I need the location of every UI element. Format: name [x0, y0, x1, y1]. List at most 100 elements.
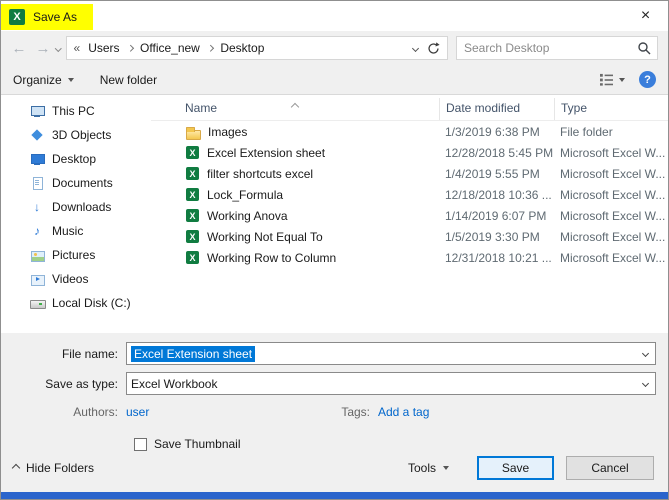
folder-icon: [185, 124, 201, 140]
breadcrumb-item[interactable]: Office_new: [140, 41, 200, 55]
close-icon: ×: [640, 7, 651, 24]
downloads-icon: [29, 199, 45, 215]
file-row[interactable]: Working Anova 1/14/2019 6:07 PM Microsof…: [151, 205, 668, 226]
file-date-modified: 1/3/2019 6:38 PM: [445, 124, 540, 139]
sidebar-item[interactable]: Music: [1, 219, 151, 243]
pictures-icon: [29, 247, 45, 263]
search-icon[interactable]: [635, 41, 657, 55]
address-bar[interactable]: « Users Office_new Desktop: [65, 36, 448, 60]
file-type: Microsoft Excel W...: [560, 187, 666, 202]
excel-file-icon: [185, 187, 200, 202]
sidebar-item-label: This PC: [52, 104, 95, 118]
file-date-modified: 12/31/2018 10:21 ...: [445, 250, 552, 265]
chevron-down-icon: [443, 466, 449, 470]
sidebar-item[interactable]: 3D Objects: [1, 123, 151, 147]
address-dropdown-icon[interactable]: [411, 44, 420, 52]
file-row[interactable]: Images 1/3/2019 6:38 PM File folder: [151, 121, 668, 142]
forward-icon[interactable]: →: [31, 36, 55, 60]
file-name: Working Anova: [207, 208, 288, 223]
help-icon[interactable]: ?: [639, 71, 656, 88]
documents-icon: [29, 175, 45, 191]
breadcrumb-items: Users Office_new Desktop: [88, 41, 264, 55]
search-box: [456, 36, 658, 60]
file-date-modified: 12/18/2018 10:36 ...: [445, 187, 552, 202]
navigation-bar: ← → « Users Office_new Desktop: [1, 31, 668, 65]
file-name-label: File name:: [61, 346, 118, 361]
file-name: filter shortcuts excel: [207, 166, 314, 181]
save-as-type-value: Excel Workbook: [131, 376, 218, 391]
file-name: Images: [208, 124, 248, 139]
close-button[interactable]: ×: [623, 1, 668, 31]
sidebar-item-label: Downloads: [52, 200, 112, 214]
sidebar-item-label: Desktop: [52, 152, 97, 166]
file-type: Microsoft Excel W...: [560, 208, 666, 223]
tools-button[interactable]: Tools: [408, 461, 449, 475]
search-input[interactable]: [457, 41, 635, 55]
file-type: Microsoft Excel W...: [560, 250, 666, 265]
refresh-icon[interactable]: [427, 41, 440, 55]
file-name: Working Row to Column: [207, 250, 337, 265]
breadcrumb-separator-icon: [126, 44, 133, 52]
organize-label: Organize: [13, 72, 62, 87]
breadcrumb-overflow[interactable]: «: [74, 41, 81, 55]
breadcrumb-item[interactable]: Users: [88, 41, 119, 55]
file-list-rows: Images 1/3/2019 6:38 PM File folder Exce…: [151, 121, 668, 268]
main-area: This PC 3D Objects Desktop Documents Dow…: [1, 95, 668, 333]
file-row[interactable]: Excel Extension sheet 12/28/2018 5:45 PM…: [151, 142, 668, 163]
file-name: Excel Extension sheet: [207, 145, 326, 160]
cancel-button[interactable]: Cancel: [566, 456, 654, 480]
back-icon[interactable]: ←: [7, 36, 31, 60]
excel-file-icon: [185, 229, 200, 244]
sidebar-item[interactable]: Downloads: [1, 195, 151, 219]
excel-app-icon: [8, 8, 26, 26]
column-header-date-modified[interactable]: Date modified: [439, 98, 554, 120]
new-folder-button[interactable]: New folder: [100, 73, 157, 87]
file-name-input[interactable]: Excel Extension sheet: [126, 342, 656, 365]
authors-value[interactable]: user: [126, 405, 149, 419]
title-highlight: Save As: [1, 4, 94, 30]
chevron-up-icon: [11, 463, 21, 473]
file-row[interactable]: Lock_Formula 12/18/2018 10:36 ... Micros…: [151, 184, 668, 205]
save-as-dialog: Save As × ← → « Users Office_new Desktop: [0, 0, 669, 500]
save-button[interactable]: Save: [477, 456, 554, 480]
hide-folders-button[interactable]: Hide Folders: [11, 461, 95, 475]
sidebar-item-label: 3D Objects: [52, 128, 112, 142]
excel-file-icon: [185, 250, 200, 265]
sidebar-item[interactable]: Pictures: [1, 243, 151, 267]
sidebar-item[interactable]: Documents: [1, 171, 151, 195]
save-thumbnail-checkbox[interactable]: [134, 437, 147, 451]
chevron-down-icon: [67, 77, 74, 82]
change-view-button[interactable]: [599, 73, 625, 86]
sidebar-item[interactable]: Videos: [1, 267, 151, 291]
taskbar-strip: [1, 492, 668, 499]
file-type: Microsoft Excel W...: [560, 229, 666, 244]
sidebar-item-label: Pictures: [52, 248, 96, 262]
organize-button[interactable]: Organize: [13, 73, 74, 87]
history-chevron-icon[interactable]: [55, 44, 62, 52]
file-row[interactable]: filter shortcuts excel 1/4/2019 5:55 PM …: [151, 163, 668, 184]
authors-label: Authors:: [73, 405, 118, 419]
file-row[interactable]: Working Row to Column 12/31/2018 10:21 .…: [151, 247, 668, 268]
chevron-down-icon[interactable]: [635, 343, 655, 364]
sidebar-item[interactable]: This PC: [1, 99, 151, 123]
column-header-name[interactable]: Name: [151, 101, 439, 120]
sidebar-item[interactable]: Local Disk (C:): [1, 291, 151, 315]
add-a-tag-link[interactable]: Add a tag: [378, 405, 429, 419]
tools-label: Tools: [407, 461, 436, 475]
breadcrumb-item[interactable]: Desktop: [220, 41, 264, 55]
disk-icon: [29, 295, 46, 311]
cube-icon: [29, 127, 45, 143]
save-as-type-label: Save as type:: [45, 376, 118, 391]
bottom-bar: Hide Folders Tools Save Cancel: [1, 452, 668, 492]
file-date-modified: 1/4/2019 5:55 PM: [445, 166, 540, 181]
sidebar-item[interactable]: Desktop: [1, 147, 151, 171]
column-header-type[interactable]: Type: [554, 98, 668, 120]
file-name-value: Excel Extension sheet: [131, 345, 256, 362]
new-folder-label: New folder: [99, 72, 158, 87]
file-row[interactable]: Working Not Equal To 1/5/2019 3:30 PM Mi…: [151, 226, 668, 247]
tags-label: Tags:: [341, 405, 370, 419]
desktop-icon: [29, 151, 45, 167]
hide-folders-label: Hide Folders: [26, 461, 95, 475]
chevron-down-icon[interactable]: [635, 373, 655, 394]
save-as-type-select[interactable]: Excel Workbook: [126, 372, 656, 395]
